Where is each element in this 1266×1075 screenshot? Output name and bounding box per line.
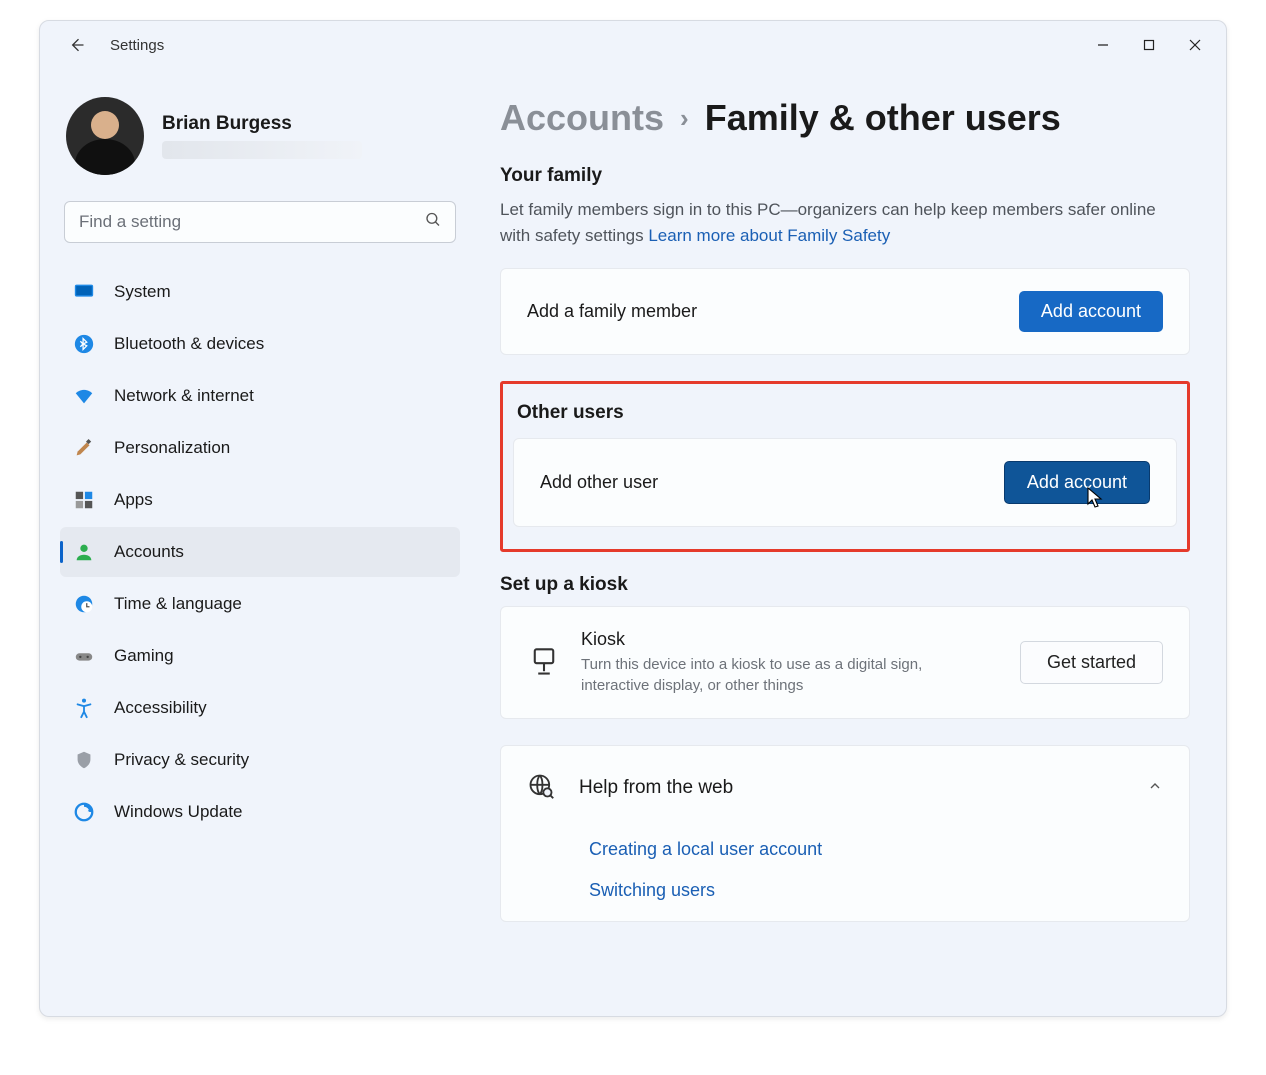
gamepad-icon [72,644,96,668]
add-family-label: Add a family member [527,301,697,322]
title-bar: Settings [40,21,1226,69]
globe-search-icon [527,772,555,805]
apps-icon [72,488,96,512]
kiosk-icon [527,647,561,677]
monitor-icon [72,280,96,304]
main-panel: Accounts › Family & other users Your fam… [472,69,1226,1016]
update-icon [72,800,96,824]
sidebar-item-label: Network & internet [114,386,254,406]
sidebar-item-label: Accounts [114,542,184,562]
sidebar-item-update[interactable]: Windows Update [60,787,460,837]
family-section-title: Your family [500,165,1190,187]
page-title: Family & other users [705,97,1061,139]
bluetooth-icon [72,332,96,356]
kiosk-get-started-button[interactable]: Get started [1020,641,1163,684]
sidebar-item-system[interactable]: System [60,267,460,317]
search-icon [424,211,442,234]
maximize-icon [1143,39,1155,51]
add-family-card: Add a family member Add account [500,268,1190,355]
settings-window: Settings Brian Burgess [39,20,1227,1017]
accessibility-icon [72,696,96,720]
help-header[interactable]: Help from the web [527,772,1163,805]
wifi-icon [72,384,96,408]
family-description: Let family members sign in to this PC—or… [500,197,1190,250]
clock-globe-icon [72,592,96,616]
sidebar-item-network[interactable]: Network & internet [60,371,460,421]
sidebar-item-label: Personalization [114,438,230,458]
profile-email-redacted [162,141,362,159]
profile-name: Brian Burgess [162,113,362,135]
sidebar-item-label: Windows Update [114,802,243,822]
sidebar-item-label: Privacy & security [114,750,249,770]
add-other-account-button[interactable]: Add account [1004,461,1150,504]
person-icon [72,540,96,564]
help-links: Creating a local user account Switching … [589,839,1163,901]
add-other-user-label: Add other user [540,472,658,493]
minimize-button[interactable] [1080,26,1126,64]
sidebar-item-personalization[interactable]: Personalization [60,423,460,473]
chevron-right-icon: › [680,103,689,134]
add-family-account-button[interactable]: Add account [1019,291,1163,332]
kiosk-title: Kiosk [581,629,961,650]
search-input[interactable] [64,201,456,243]
help-card: Help from the web Creating a local user … [500,745,1190,922]
help-link-switching-users[interactable]: Switching users [589,880,1163,901]
shield-icon [72,748,96,772]
sidebar-item-label: Accessibility [114,698,207,718]
help-link-local-account[interactable]: Creating a local user account [589,839,1163,860]
close-icon [1189,39,1201,51]
sidebar-item-label: Apps [114,490,153,510]
window-title: Settings [110,37,164,54]
nav-list: System Bluetooth & devices Network & int… [60,267,460,837]
back-arrow-icon [66,35,86,55]
help-title: Help from the web [579,777,733,799]
sidebar-item-accounts[interactable]: Accounts [60,527,460,577]
close-button[interactable] [1172,26,1218,64]
add-other-user-card: Add other user Add account [513,438,1177,527]
sidebar: Brian Burgess System [40,69,472,1016]
avatar [66,97,144,175]
back-button[interactable] [58,27,94,63]
sidebar-item-label: Time & language [114,594,242,614]
chevron-up-icon [1147,778,1163,799]
sidebar-item-time[interactable]: Time & language [60,579,460,629]
kiosk-section-title: Set up a kiosk [500,574,1190,596]
family-safety-link[interactable]: Learn more about Family Safety [648,226,890,245]
sidebar-item-label: System [114,282,171,302]
kiosk-card: Kiosk Turn this device into a kiosk to u… [500,606,1190,719]
brush-icon [72,436,96,460]
other-users-title: Other users [517,402,1177,424]
sidebar-item-privacy[interactable]: Privacy & security [60,735,460,785]
breadcrumb-parent[interactable]: Accounts [500,97,664,139]
sidebar-item-label: Gaming [114,646,174,666]
other-users-highlight: Other users Add other user Add account [500,381,1190,552]
breadcrumb: Accounts › Family & other users [500,97,1190,139]
sidebar-item-gaming[interactable]: Gaming [60,631,460,681]
sidebar-item-bluetooth[interactable]: Bluetooth & devices [60,319,460,369]
sidebar-item-apps[interactable]: Apps [60,475,460,525]
kiosk-description: Turn this device into a kiosk to use as … [581,654,961,696]
sidebar-item-accessibility[interactable]: Accessibility [60,683,460,733]
maximize-button[interactable] [1126,26,1172,64]
search-box [64,201,456,243]
sidebar-item-label: Bluetooth & devices [114,334,264,354]
profile-block[interactable]: Brian Burgess [60,79,460,197]
minimize-icon [1097,39,1109,51]
window-controls [1080,26,1218,64]
